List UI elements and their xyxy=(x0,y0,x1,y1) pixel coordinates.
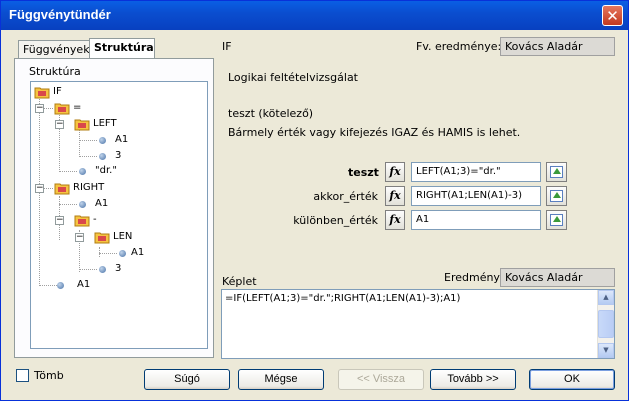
structure-label: Struktúra xyxy=(29,65,81,78)
folder-icon xyxy=(74,213,90,227)
scroll-up-icon[interactable]: ▲ xyxy=(598,290,614,305)
tree-node-left[interactable]: LEFT xyxy=(93,116,117,132)
function-name: IF xyxy=(222,40,232,53)
function-description: Logikai feltételvizsgálat xyxy=(228,71,358,84)
collapse-icon[interactable]: − xyxy=(55,216,64,225)
function-wizard-dialog: Függvénytündér ✕ Függvények Struktúra St… xyxy=(0,0,629,401)
tree-node-minus[interactable]: - xyxy=(93,212,97,228)
next-button[interactable]: Tovább >> xyxy=(430,369,516,390)
collapse-icon[interactable]: − xyxy=(55,120,64,129)
param-label-then: akkor_érték xyxy=(313,190,378,203)
fx-button-test[interactable]: fx xyxy=(385,162,405,182)
tree-node-dr[interactable]: "dr." xyxy=(95,163,117,179)
tree-node-equals[interactable]: = xyxy=(73,100,81,116)
tree-node-if[interactable]: IF xyxy=(53,84,62,100)
value-icon xyxy=(79,201,86,208)
formula-result-field: Kovács Aladár xyxy=(500,268,615,287)
tree-node-len[interactable]: LEN xyxy=(113,229,132,245)
param-label-test: teszt xyxy=(348,166,379,179)
collapse-icon[interactable]: − xyxy=(35,184,44,193)
tab-structure[interactable]: Struktúra xyxy=(89,38,155,59)
formula-label: Képlet xyxy=(222,275,257,288)
tree-node-a1[interactable]: A1 xyxy=(95,196,108,212)
function-result-label: Fv. eredménye: xyxy=(416,40,502,53)
param-input-else[interactable]: A1 xyxy=(411,210,541,230)
folder-icon xyxy=(54,101,70,115)
param-input-then[interactable]: RIGHT(A1;LEN(A1)-3) xyxy=(411,186,541,206)
scroll-down-icon[interactable]: ▼ xyxy=(598,343,614,358)
tree-node-3[interactable]: 3 xyxy=(115,261,121,277)
fx-button-then[interactable]: fx xyxy=(385,186,405,206)
array-checkbox[interactable] xyxy=(16,369,29,382)
param-input-test[interactable]: LEFT(A1;3)="dr." xyxy=(411,162,541,182)
folder-icon xyxy=(74,117,90,131)
tree-node-a1[interactable]: A1 xyxy=(77,277,90,293)
value-icon xyxy=(79,168,86,175)
fx-button-else[interactable]: fx xyxy=(385,210,405,230)
function-result-field: Kovács Aladár xyxy=(500,37,615,56)
formula-scrollbar[interactable]: ▲ ▼ xyxy=(597,290,614,358)
value-icon xyxy=(119,250,126,257)
folder-icon xyxy=(54,181,70,195)
close-button[interactable]: ✕ xyxy=(602,5,623,26)
value-icon xyxy=(57,282,64,289)
help-button[interactable]: Súgó xyxy=(144,369,230,390)
scroll-thumb[interactable] xyxy=(598,310,614,338)
formula-editor[interactable]: =IF(LEFT(A1;3)="dr.";RIGHT(A1;LEN(A1)-3)… xyxy=(221,289,615,359)
collapse-icon[interactable]: − xyxy=(75,233,84,242)
param-label-else: különben_érték xyxy=(293,214,378,227)
value-icon xyxy=(99,137,106,144)
folder-icon xyxy=(94,230,110,244)
shrink-button-test[interactable] xyxy=(546,162,567,182)
tree-node-a1[interactable]: A1 xyxy=(131,245,144,261)
collapse-icon[interactable]: − xyxy=(35,104,44,113)
shrink-button-else[interactable] xyxy=(546,210,567,230)
tab-functions[interactable]: Függvények xyxy=(18,40,90,59)
cancel-button[interactable]: Mégse xyxy=(238,369,324,390)
window-title: Függvénytündér xyxy=(9,7,111,22)
tree-node-3[interactable]: 3 xyxy=(115,148,121,164)
formula-result-label: Eredmény xyxy=(444,271,500,284)
back-button[interactable]: << Vissza xyxy=(338,369,424,390)
ok-button[interactable]: OK xyxy=(529,369,615,390)
param-title: teszt (kötelező) xyxy=(228,107,314,120)
structure-tree[interactable]: IF − = − LEFT A1 3 "dr." − RIGHT A1 − - … xyxy=(30,81,208,349)
folder-icon xyxy=(34,85,50,99)
value-icon xyxy=(99,153,106,160)
shrink-button-then[interactable] xyxy=(546,186,567,206)
param-description: Bármely érték vagy kifejezés IGAZ és HAM… xyxy=(228,126,521,139)
array-label: Tömb xyxy=(34,369,64,382)
tree-node-right[interactable]: RIGHT xyxy=(73,180,104,196)
title-bar[interactable]: Függvénytündér ✕ xyxy=(1,1,628,30)
formula-text: =IF(LEFT(A1;3)="dr.";RIGHT(A1;LEN(A1)-3)… xyxy=(225,293,461,304)
tree-node-a1[interactable]: A1 xyxy=(115,132,128,148)
value-icon xyxy=(99,266,106,273)
